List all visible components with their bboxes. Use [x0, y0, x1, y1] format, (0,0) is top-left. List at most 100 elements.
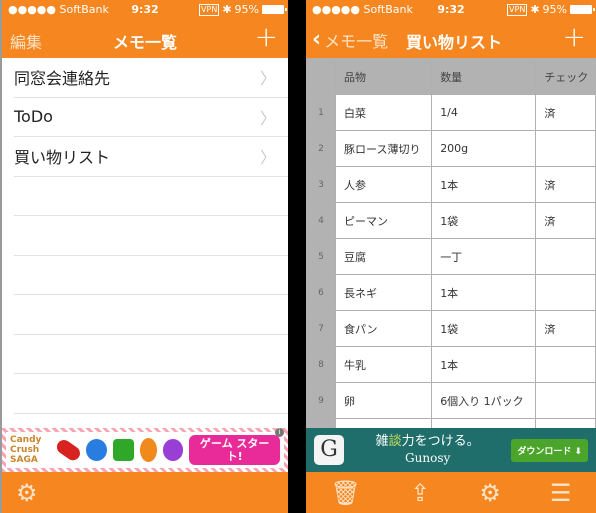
battery-percent: 95%	[542, 3, 567, 16]
column-header[interactable]: 数量	[431, 58, 537, 95]
chevron-left-icon: ‹	[312, 27, 322, 52]
bottom-toolbar: 🗑 ⇪ ⚙ ☰	[306, 472, 596, 513]
memo-item[interactable]: ToDo 〉	[14, 98, 288, 137]
ad-text: 雑	[375, 434, 389, 449]
memo-item[interactable]: 同窓会連絡先 〉	[14, 58, 288, 98]
trash-icon[interactable]: 🗑	[331, 481, 361, 505]
table-row: 1 白菜 1/4 済	[306, 94, 596, 131]
quantity-cell[interactable]: 1本	[431, 166, 537, 203]
bluetooth-icon: ✱	[222, 3, 232, 16]
check-cell[interactable]: 済	[535, 202, 596, 239]
memo-detail-screen: ●●●●● SoftBank 9:32 VPN ✱ 95% ‹ メモ一覧 買い物…	[306, 0, 596, 513]
add-memo-button[interactable]: +	[255, 22, 278, 52]
memo-list-screen: ●●●●● SoftBank 9:32 VPN ✱ 95% 編集 メモ一覧 + …	[0, 0, 288, 513]
item-cell[interactable]: 白菜	[334, 94, 433, 131]
item-cell[interactable]: 食パン	[334, 310, 433, 347]
empty-row	[14, 256, 288, 295]
memo-title: 買い物リスト	[14, 148, 111, 168]
back-label: メモ一覧	[324, 32, 389, 51]
check-cell[interactable]: 済	[535, 94, 596, 131]
table-header-row: 品物 数量 チェック	[306, 58, 596, 95]
check-cell[interactable]: 済	[535, 310, 596, 347]
memo-list: 同窓会連絡先〉 ToDo 〉 買い物リスト〉	[2, 58, 288, 453]
quantity-cell[interactable]: 1/4	[431, 94, 537, 131]
quantity-cell[interactable]: 6個入り 1パック	[431, 382, 537, 419]
row-number: 4	[306, 202, 336, 239]
gunosy-logo-icon: G	[314, 435, 344, 465]
item-cell[interactable]: 豚ロース薄切り	[334, 130, 433, 167]
status-bar: ●●●●● SoftBank 9:32 VPN ✱ 95%	[306, 0, 596, 20]
ad-cta-button[interactable]: ゲーム スタート!	[189, 435, 280, 465]
column-header[interactable]: チェック	[535, 58, 596, 95]
quantity-cell[interactable]: 200g	[431, 130, 537, 167]
memo-title: 同窓会連絡先	[14, 69, 111, 89]
quantity-cell[interactable]: 一丁	[431, 238, 537, 275]
check-cell[interactable]	[535, 238, 596, 275]
quantity-cell[interactable]: 1袋	[431, 202, 537, 239]
download-button[interactable]: ダウンロード ⬇	[511, 438, 588, 462]
table-row: 4 ピーマン 1袋済	[306, 202, 596, 239]
empty-row	[14, 335, 288, 374]
item-cell[interactable]: 卵	[334, 382, 433, 419]
item-cell[interactable]: 牛乳	[334, 346, 433, 383]
ad-info-icon[interactable]: i	[275, 428, 284, 437]
item-cell[interactable]: 豆腐	[334, 238, 433, 275]
row-number: 7	[306, 310, 336, 347]
item-cell[interactable]: ピーマン	[334, 202, 433, 239]
battery-icon	[570, 5, 595, 14]
add-row-button[interactable]: +	[563, 22, 586, 52]
column-header[interactable]: 品物	[334, 58, 433, 95]
chevron-right-icon: 〉	[259, 108, 276, 128]
row-number: 2	[306, 130, 336, 167]
row-number: 5	[306, 238, 336, 275]
shopping-table: 品物 数量 チェック 1 白菜 1/4 済 2 豚ロース薄切り 200g 3 人参 1本済 4 ピーマ…	[306, 58, 596, 455]
share-icon[interactable]: ⇪	[410, 481, 430, 505]
row-number: 1	[306, 94, 336, 131]
table-row: 8 牛乳 1本	[306, 346, 596, 383]
page-title: 買い物リスト	[406, 33, 503, 52]
table-row: 5 豆腐 一丁	[306, 238, 596, 275]
row-number: 6	[306, 274, 336, 311]
empty-row	[14, 374, 288, 414]
check-cell[interactable]	[535, 346, 596, 383]
empty-row	[14, 295, 288, 335]
item-cell[interactable]: 長ネギ	[334, 274, 433, 311]
gear-icon[interactable]: ⚙	[16, 481, 38, 505]
quantity-cell[interactable]: 1本	[431, 346, 537, 383]
check-cell[interactable]	[535, 274, 596, 311]
row-number: 8	[306, 346, 336, 383]
table-row: 3 人参 1本済	[306, 166, 596, 203]
battery-percent: 95%	[234, 3, 259, 16]
empty-row	[14, 177, 288, 216]
gear-icon[interactable]: ⚙	[479, 481, 501, 505]
table-row: 6 長ネギ 1本	[306, 274, 596, 311]
ad-banner[interactable]: Candy Crush SAGA ゲーム スタート! i	[2, 428, 288, 472]
table-row: 9 卵 6個入り 1パック	[306, 382, 596, 419]
blue-candy-icon	[86, 439, 107, 461]
ad-logo: Candy Crush SAGA	[10, 435, 42, 465]
purple-candy-icon	[162, 439, 184, 461]
back-button[interactable]: ‹ メモ一覧	[312, 28, 388, 52]
vpn-icon: VPN	[507, 3, 528, 16]
memo-item[interactable]: 買い物リスト 〉	[14, 137, 288, 177]
quantity-cell[interactable]: 1本	[431, 274, 537, 311]
nav-bar: ‹ メモ一覧 買い物リスト +	[306, 20, 596, 58]
orange-candy-icon	[139, 438, 157, 462]
bottom-toolbar: ⚙	[2, 472, 288, 513]
item-cell[interactable]: 人参	[334, 166, 433, 203]
battery-icon	[262, 5, 287, 14]
memo-title: ToDo	[14, 107, 53, 127]
vpn-icon: VPN	[199, 3, 220, 16]
quantity-cell[interactable]: 1袋	[431, 310, 537, 347]
row-number: 3	[306, 166, 336, 203]
corner-cell	[306, 58, 336, 95]
nav-bar: 編集 メモ一覧 +	[2, 20, 288, 58]
bluetooth-icon: ✱	[530, 3, 540, 16]
check-cell[interactable]: 済	[535, 166, 596, 203]
table-row: 7 食パン 1袋済	[306, 310, 596, 347]
check-cell[interactable]	[535, 130, 596, 167]
check-cell[interactable]	[535, 382, 596, 419]
ad-text-highlight: 談	[388, 434, 402, 449]
ad-banner[interactable]: G 雑談力をつける。 Gunosy ダウンロード ⬇	[306, 428, 596, 472]
reorder-icon[interactable]: ☰	[550, 481, 572, 505]
